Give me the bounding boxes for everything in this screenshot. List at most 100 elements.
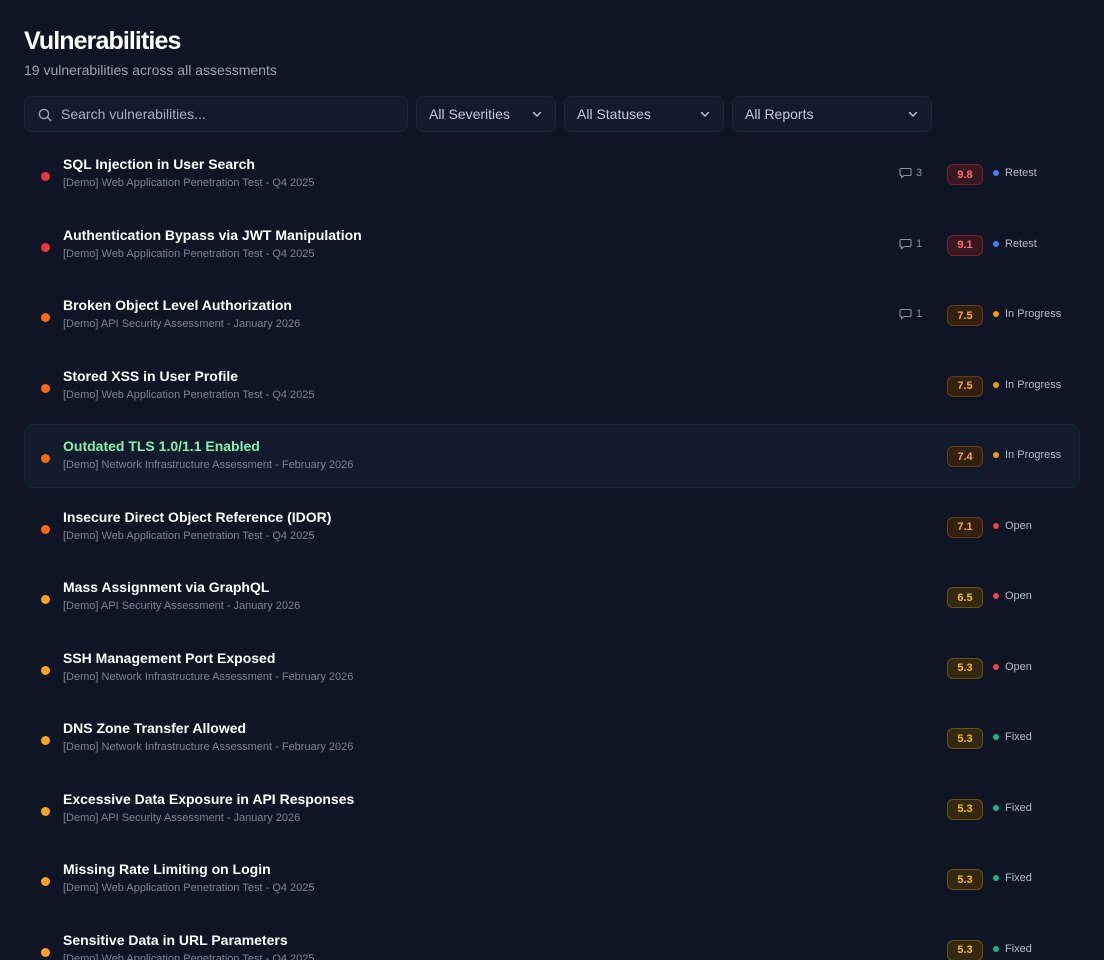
status-badge: Open — [993, 661, 1032, 673]
status-filter-select[interactable]: All Statuses — [564, 96, 724, 132]
status-label: Open — [1005, 660, 1032, 673]
status-label: Retest — [1005, 167, 1037, 179]
page-subtitle: 19 vulnerabilities across all assessment… — [24, 62, 277, 78]
status-label: Fixed — [1005, 942, 1032, 955]
status-dot-icon — [993, 452, 999, 458]
status-label: In Progress — [1005, 449, 1062, 461]
chevron-down-icon — [700, 111, 710, 117]
comment-count-value: 1 — [916, 237, 923, 250]
status-dot-icon — [993, 240, 999, 247]
vulnerability-report: [Demo] Network Infrastructure Assessment… — [63, 741, 354, 753]
severity-dot-icon — [41, 806, 50, 816]
vulnerability-title[interactable]: Sensitive Data in URL Parameters — [63, 932, 315, 949]
vulnerability-title[interactable]: Outdated TLS 1.0/1.1 Enabled — [63, 438, 353, 455]
comment-count-value: 3 — [916, 167, 923, 179]
status-badge: Retest — [993, 167, 1037, 179]
vulnerability-title[interactable]: Authentication Bypass via JWT Manipulati… — [63, 227, 362, 244]
vulnerability-report: [Demo] Web Application Penetration Test … — [63, 952, 315, 960]
vulnerability-text: Authentication Bypass via JWT Manipulati… — [63, 227, 362, 261]
status-dot-icon — [993, 663, 999, 670]
vulnerability-row[interactable]: Insecure Direct Object Reference (IDOR) [… — [24, 495, 1080, 559]
vulnerability-report: [Demo] Web Application Penetration Test … — [63, 177, 315, 189]
vulnerability-report: [Demo] Web Application Penetration Test … — [63, 247, 315, 260]
vulnerability-row[interactable]: Excessive Data Exposure in API Responses… — [24, 777, 1080, 841]
vulnerability-title[interactable]: DNS Zone Transfer Allowed — [63, 720, 353, 737]
status-badge: Open — [993, 520, 1032, 532]
comment-icon — [899, 238, 912, 249]
vulnerability-report: [Demo] Network Infrastructure Assessment… — [63, 459, 354, 471]
status-filter-value: All Statuses — [577, 106, 651, 122]
vulnerability-text: Broken Object Level Authorization [Demo] … — [63, 297, 300, 331]
severity-filter-select[interactable]: All Severities — [416, 96, 556, 132]
vulnerability-row[interactable]: DNS Zone Transfer Allowed [Demo] Network … — [24, 706, 1080, 770]
vulnerability-report: [Demo] API Security Assessment - January… — [63, 811, 301, 824]
report-filter-value: All Reports — [745, 106, 814, 122]
vulnerability-row[interactable]: SQL Injection in User Search [Demo] Web A… — [24, 142, 1080, 206]
status-badge: Retest — [993, 238, 1037, 250]
severity-dot-icon — [41, 524, 50, 534]
status-label: In Progress — [1005, 308, 1062, 320]
search-input[interactable] — [25, 97, 407, 131]
vulnerability-row[interactable]: Missing Rate Limiting on Login [Demo] Web… — [24, 847, 1080, 911]
severity-dot-icon — [41, 454, 50, 463]
filter-bar: All Severities All Statuses All Reports — [24, 96, 1080, 132]
report-filter-select[interactable]: All Reports — [732, 96, 932, 132]
vulnerability-row[interactable]: SSH Management Port Exposed [Demo] Networ… — [24, 636, 1080, 700]
status-badge: Open — [993, 590, 1032, 602]
vulnerability-report: [Demo] Network Infrastructure Assessment… — [63, 670, 354, 683]
cvss-score-badge: 5.3 — [947, 869, 983, 890]
vulnerability-text: Missing Rate Limiting on Login [Demo] Web… — [63, 861, 315, 895]
status-label: Fixed — [1005, 731, 1032, 743]
status-dot-icon — [993, 875, 999, 881]
status-dot-icon — [993, 734, 999, 740]
severity-dot-icon — [41, 736, 50, 745]
vulnerability-title[interactable]: SQL Injection in User Search — [63, 156, 315, 173]
status-badge: Fixed — [993, 943, 1032, 955]
cvss-score-badge: 9.1 — [947, 234, 983, 256]
cvss-score-badge: 7.5 — [947, 375, 983, 397]
vulnerability-title[interactable]: Missing Rate Limiting on Login — [63, 861, 315, 878]
vulnerability-report: [Demo] Web Application Penetration Test … — [63, 529, 315, 542]
cvss-score-badge: 6.5 — [947, 587, 983, 608]
vulnerability-list: SQL Injection in User Search [Demo] Web A… — [24, 142, 1080, 960]
cvss-score-badge: 5.3 — [947, 728, 983, 749]
cvss-score-badge: 7.5 — [947, 305, 983, 326]
vulnerability-title[interactable]: Broken Object Level Authorization — [63, 297, 300, 314]
cvss-score-badge: 5.3 — [947, 798, 983, 820]
status-label: In Progress — [1005, 378, 1062, 391]
status-dot-icon — [993, 804, 999, 811]
vulnerability-text: Mass Assignment via GraphQL [Demo] API Se… — [63, 579, 300, 613]
vulnerability-row[interactable]: Authentication Bypass via JWT Manipulati… — [24, 213, 1080, 277]
severity-dot-icon — [41, 313, 50, 322]
severity-dot-icon — [41, 877, 50, 886]
status-label: Fixed — [1005, 801, 1032, 814]
vulnerability-title[interactable]: SSH Management Port Exposed — [63, 650, 353, 667]
severity-dot-icon — [41, 947, 50, 957]
status-badge: In Progress — [993, 379, 1061, 391]
severity-filter-value: All Severities — [429, 106, 510, 122]
chevron-down-icon — [532, 111, 542, 117]
severity-dot-icon — [41, 242, 50, 252]
vulnerability-text: Sensitive Data in URL Parameters [Demo] W… — [63, 932, 315, 960]
vulnerability-title[interactable]: Mass Assignment via GraphQL — [63, 579, 300, 596]
comment-icon — [899, 167, 912, 179]
vulnerability-row[interactable]: Mass Assignment via GraphQL [Demo] API Se… — [24, 565, 1080, 629]
status-label: Open — [1005, 590, 1032, 602]
vulnerability-title[interactable]: Excessive Data Exposure in API Responses — [63, 791, 354, 808]
status-label: Retest — [1005, 237, 1037, 250]
vulnerability-title[interactable]: Insecure Direct Object Reference (IDOR) — [63, 509, 331, 526]
vulnerability-row[interactable]: Sensitive Data in URL Parameters [Demo] W… — [24, 918, 1080, 960]
vulnerability-report: [Demo] API Security Assessment - January… — [63, 318, 301, 330]
vulnerability-row[interactable]: Broken Object Level Authorization [Demo] … — [24, 283, 1080, 347]
status-dot-icon — [993, 522, 999, 529]
vulnerability-row[interactable]: Stored XSS in User Profile [Demo] Web App… — [24, 354, 1080, 418]
vulnerability-title[interactable]: Stored XSS in User Profile — [63, 368, 315, 385]
vulnerabilities-page: Vulnerabilities 19 vulnerabilities acros… — [0, 0, 1104, 960]
status-label: Fixed — [1005, 872, 1032, 884]
comment-count: 3 — [899, 167, 922, 179]
vulnerability-report: [Demo] Web Application Penetration Test … — [63, 882, 315, 894]
cvss-score-badge: 7.4 — [947, 446, 983, 467]
vulnerability-row[interactable]: Outdated TLS 1.0/1.1 Enabled [Demo] Netwo… — [24, 424, 1080, 488]
status-badge: In Progress — [993, 449, 1061, 461]
status-dot-icon — [993, 945, 999, 952]
